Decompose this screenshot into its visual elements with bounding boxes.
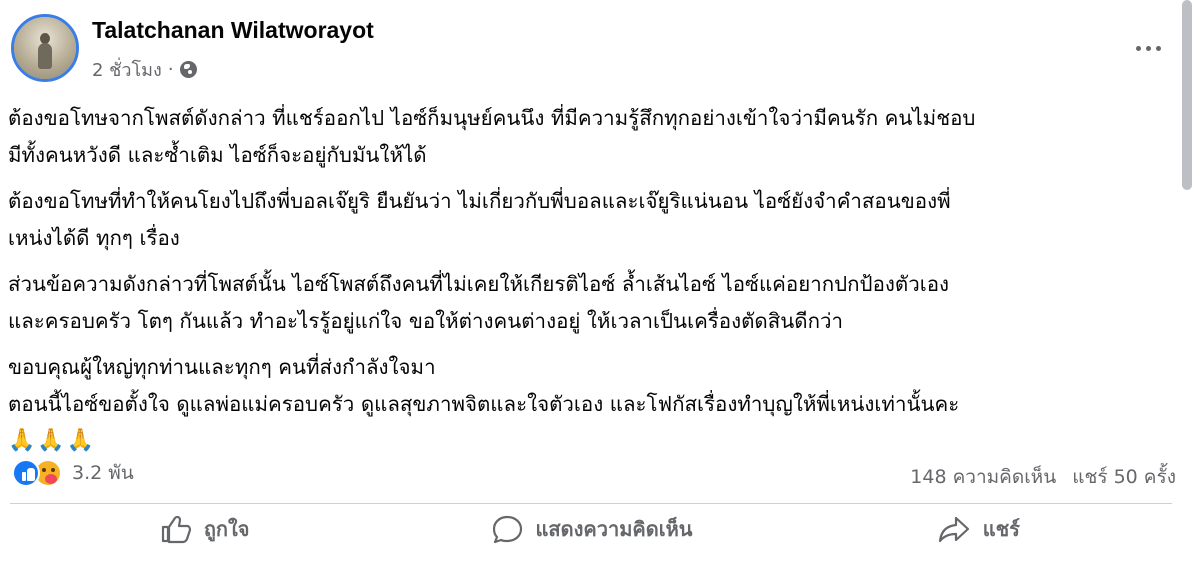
share-label: แชร์ <box>982 517 1020 541</box>
globe-icon[interactable] <box>179 61 197 78</box>
post-timestamp[interactable]: 2 ชั่วโมง <box>92 55 162 84</box>
share-arrow-icon <box>938 516 969 543</box>
comment-label: แสดงความคิดเห็น <box>535 517 693 541</box>
like-button[interactable]: ถูกใจ <box>10 506 397 552</box>
thumbs-up-icon <box>161 515 191 544</box>
avatar[interactable] <box>11 14 79 82</box>
paragraph: ขอบคุณผู้ใหญ่ทุกท่านและทุกๆ คนที่ส่งกำลั… <box>8 349 1180 460</box>
text-line: เหน่งได้ดี ทุกๆ เรื่อง <box>8 225 180 250</box>
text-line: ขอบคุณผู้ใหญ่ทุกท่านและทุกๆ คนที่ส่งกำลั… <box>8 355 436 379</box>
paragraph: ต้องขอโทษจากโพสต์ดังกล่าว ที่แชร์ออกไป ไ… <box>8 100 1180 173</box>
author-name[interactable]: Talatchanan Wilatworayot <box>92 17 374 44</box>
action-bar: ถูกใจ แสดงความคิดเห็น แชร์ <box>10 506 1172 552</box>
text-line: ตอนนี้ไอซ์ขอตั้งใจ ดูแลพ่อแม่ครอบครัว ดู… <box>8 391 960 416</box>
text-line: ต้องขอโทษที่ทำให้คนโยงไปถึงพี่บอลเจ๊ยูริ… <box>8 189 951 213</box>
like-label: ถูกใจ <box>203 517 250 541</box>
share-button[interactable]: แชร์ <box>785 506 1172 552</box>
paragraph: ต้องขอโทษที่ทำให้คนโยงไปถึงพี่บอลเจ๊ยูริ… <box>8 183 1180 256</box>
comment-button[interactable]: แสดงความคิดเห็น <box>397 506 784 552</box>
like-icon <box>12 459 40 487</box>
text-line: มีทั้งคนหวังดี และซ้ำเติม ไอซ์ก็จะอยู่กั… <box>8 142 427 167</box>
engagement-stats: 148 ความคิดเห็น แชร์ 50 ครั้ง <box>910 462 1176 492</box>
post-body: ต้องขอโทษจากโพสต์ดังกล่าว ที่แชร์ออกไป ไ… <box>8 100 1180 460</box>
text-line: ต้องขอโทษจากโพสต์ดังกล่าว ที่แชร์ออกไป ไ… <box>8 106 976 130</box>
more-options-button[interactable] <box>1128 36 1168 60</box>
text-line: ส่วนข้อความดังกล่าวที่โพสต์นั้น ไอซ์โพสต… <box>8 272 950 296</box>
more-dot-icon <box>1155 45 1161 51</box>
more-dot-icon <box>1135 45 1141 51</box>
meta-separator: · <box>167 59 174 80</box>
share-count[interactable]: แชร์ 50 ครั้ง <box>1072 462 1176 492</box>
praying-hands-emoji: 🙏🙏🙏 <box>8 428 97 453</box>
divider <box>10 503 1172 504</box>
reaction-count[interactable]: 3.2 พัน <box>72 458 134 488</box>
text-line: และครอบครัว โตๆ กันแล้ว ทำอะไรรู้อยู่แก่… <box>8 308 844 333</box>
comment-count[interactable]: 148 ความคิดเห็น <box>910 462 1056 492</box>
more-dot-icon <box>1145 45 1151 51</box>
facebook-post: Talatchanan Wilatworayot 2 ชั่วโมง · ต้อ… <box>0 0 1200 565</box>
scrollbar-thumb[interactable] <box>1182 0 1192 190</box>
paragraph: ส่วนข้อความดังกล่าวที่โพสต์นั้น ไอซ์โพสต… <box>8 266 1180 339</box>
post-meta: 2 ชั่วโมง · <box>92 55 197 84</box>
scrollbar[interactable] <box>1180 0 1194 565</box>
comment-bubble-icon <box>492 515 522 544</box>
reactions-summary[interactable]: 3.2 พัน <box>12 458 134 488</box>
